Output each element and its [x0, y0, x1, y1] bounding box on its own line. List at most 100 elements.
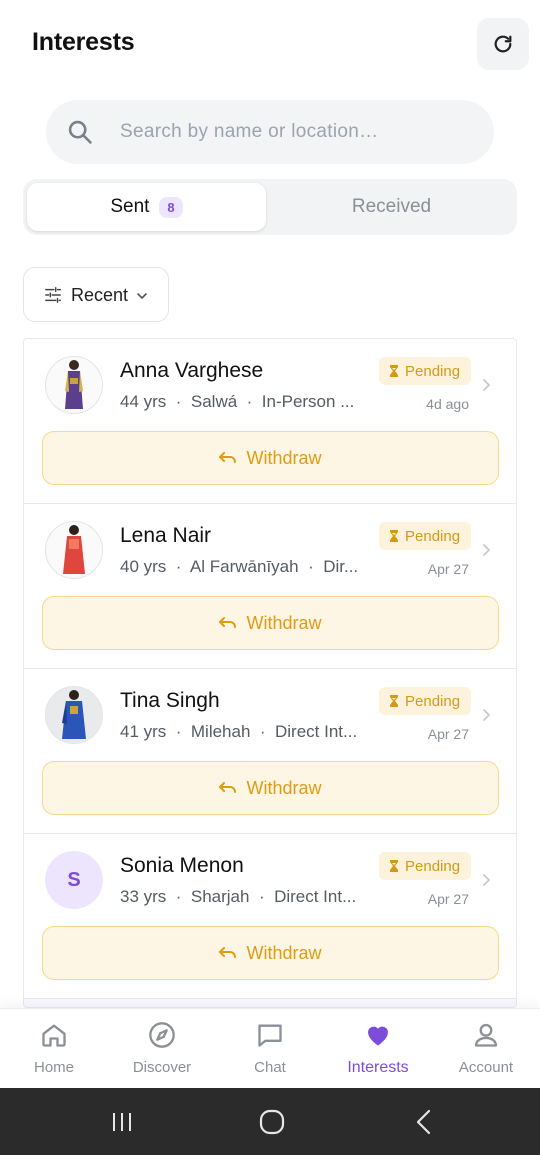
page-title: Interests — [32, 28, 135, 56]
meta-separator: · — [175, 722, 182, 741]
compass-icon — [149, 1022, 175, 1048]
withdraw-button[interactable]: Withdraw — [42, 926, 499, 980]
hourglass-icon — [390, 860, 398, 872]
withdraw-button[interactable]: Withdraw — [42, 761, 499, 815]
profile-mode: Direct Int... — [275, 722, 358, 741]
user-icon — [474, 1023, 498, 1047]
system-nav-bar — [0, 1088, 540, 1155]
status-badge: Pending — [379, 687, 472, 715]
sent-count-badge: 8 — [159, 196, 183, 218]
sort-label: Recent — [71, 285, 129, 305]
interest-card[interactable]: Tina Singh 41 yrs · Milehah · Direct Int… — [24, 669, 516, 834]
search-input[interactable] — [120, 116, 460, 148]
meta-separator: · — [175, 392, 182, 411]
tab-received-label: Received — [351, 196, 432, 217]
profile-meta: 44 yrs · Salwá · In-Person ... — [120, 392, 370, 412]
interest-list: Anna Varghese 44 yrs · Salwá · In-Person… — [23, 338, 517, 1008]
chevron-right-icon — [483, 709, 490, 721]
status-badge: Pending — [379, 357, 472, 385]
chevron-right-icon — [483, 379, 490, 391]
home-circle-icon — [259, 1109, 285, 1134]
back-icon — [416, 1109, 431, 1134]
profile-mode: Direct Int... — [274, 887, 357, 906]
profile-age: 33 yrs — [120, 887, 167, 906]
profile-mode: In-Person ... — [261, 392, 355, 411]
nav-label: Interests — [347, 1059, 409, 1076]
hourglass-icon — [390, 530, 398, 542]
nav-label: Discover — [132, 1059, 192, 1076]
hourglass-icon — [390, 695, 398, 707]
meta-separator: · — [246, 392, 253, 411]
recents-icon — [113, 1112, 131, 1131]
chevron-right-icon — [483, 544, 490, 556]
profile-photo — [65, 360, 83, 409]
tab-received[interactable]: Received — [270, 183, 513, 231]
profile-age: 44 yrs — [120, 392, 167, 411]
tab-sent-label: Sent — [110, 196, 150, 217]
search-icon — [68, 120, 92, 144]
status-label: Pending — [405, 362, 461, 380]
profile-name: Tina Singh — [120, 689, 220, 712]
meta-separator: · — [259, 722, 266, 741]
withdraw-label: Withdraw — [246, 942, 322, 963]
sent-date: Apr 27 — [427, 726, 469, 742]
nav-item-interests[interactable]: Interests — [324, 1009, 432, 1089]
meta-separator: · — [308, 557, 314, 576]
profile-name: Lena Nair — [120, 524, 212, 547]
profile-name: Sonia Menon — [120, 854, 244, 877]
interest-card[interactable]: Lena Nair 40 yrs · Al Farwānīyah · Dir..… — [24, 504, 516, 669]
nav-item-chat[interactable]: Chat — [216, 1009, 324, 1089]
heart-icon — [368, 1026, 388, 1046]
nav-item-discover[interactable]: Discover — [108, 1009, 216, 1089]
interest-card[interactable] — [24, 999, 516, 1007]
tab-sent[interactable]: Sent 8 — [27, 183, 266, 231]
undo-icon — [219, 782, 237, 793]
meta-separator: · — [258, 887, 265, 906]
profile-meta: 41 yrs · Milehah · Direct Int... — [120, 722, 370, 742]
nav-label: Home — [33, 1059, 74, 1076]
hourglass-icon — [390, 365, 398, 377]
home-icon — [42, 1024, 66, 1047]
interest-tabs: Sent 8 Received — [23, 179, 517, 235]
meta-separator: · — [175, 557, 182, 576]
interest-card[interactable]: S Sonia Menon 33 yrs · Sharjah · Direct … — [24, 834, 516, 999]
profile-mode: Dir... — [323, 557, 359, 576]
avatar — [45, 521, 103, 579]
sort-dropdown[interactable]: Recent — [23, 267, 169, 322]
nav-label: Chat — [254, 1059, 286, 1076]
withdraw-label: Withdraw — [246, 447, 322, 468]
sent-date: Apr 27 — [427, 561, 469, 577]
nav-item-account[interactable]: Account — [432, 1009, 540, 1089]
nav-item-home[interactable]: Home — [0, 1009, 108, 1089]
status-label: Pending — [405, 857, 461, 875]
sent-date: Apr 27 — [427, 891, 469, 907]
undo-icon — [219, 947, 237, 958]
withdraw-button[interactable]: Withdraw — [42, 431, 499, 485]
nav-label: Account — [458, 1059, 514, 1076]
recents-button[interactable] — [72, 1088, 172, 1155]
profile-location: Sharjah — [190, 887, 250, 906]
avatar-initial: S — [67, 868, 81, 891]
avatar — [45, 686, 103, 744]
profile-name: Anna Varghese — [120, 359, 264, 382]
back-button[interactable] — [374, 1088, 474, 1155]
profile-location: Milehah — [190, 722, 251, 741]
status-badge: Pending — [379, 852, 472, 880]
profile-age: 40 yrs — [120, 557, 167, 576]
profile-location: Salwá — [190, 392, 238, 411]
chat-icon — [258, 1024, 282, 1047]
sliders-icon — [45, 287, 61, 303]
interest-card[interactable]: Anna Varghese 44 yrs · Salwá · In-Person… — [24, 339, 516, 504]
status-label: Pending — [405, 527, 461, 545]
refresh-icon — [494, 35, 512, 53]
withdraw-label: Withdraw — [246, 612, 322, 633]
status-label: Pending — [405, 692, 461, 710]
withdraw-button[interactable]: Withdraw — [42, 596, 499, 650]
home-system-button[interactable] — [222, 1088, 322, 1155]
refresh-button[interactable] — [477, 18, 529, 70]
profile-photo — [62, 690, 86, 739]
withdraw-label: Withdraw — [246, 777, 322, 798]
profile-meta: 33 yrs · Sharjah · Direct Int... — [120, 887, 370, 907]
status-badge: Pending — [379, 522, 472, 550]
profile-age: 41 yrs — [120, 722, 167, 741]
